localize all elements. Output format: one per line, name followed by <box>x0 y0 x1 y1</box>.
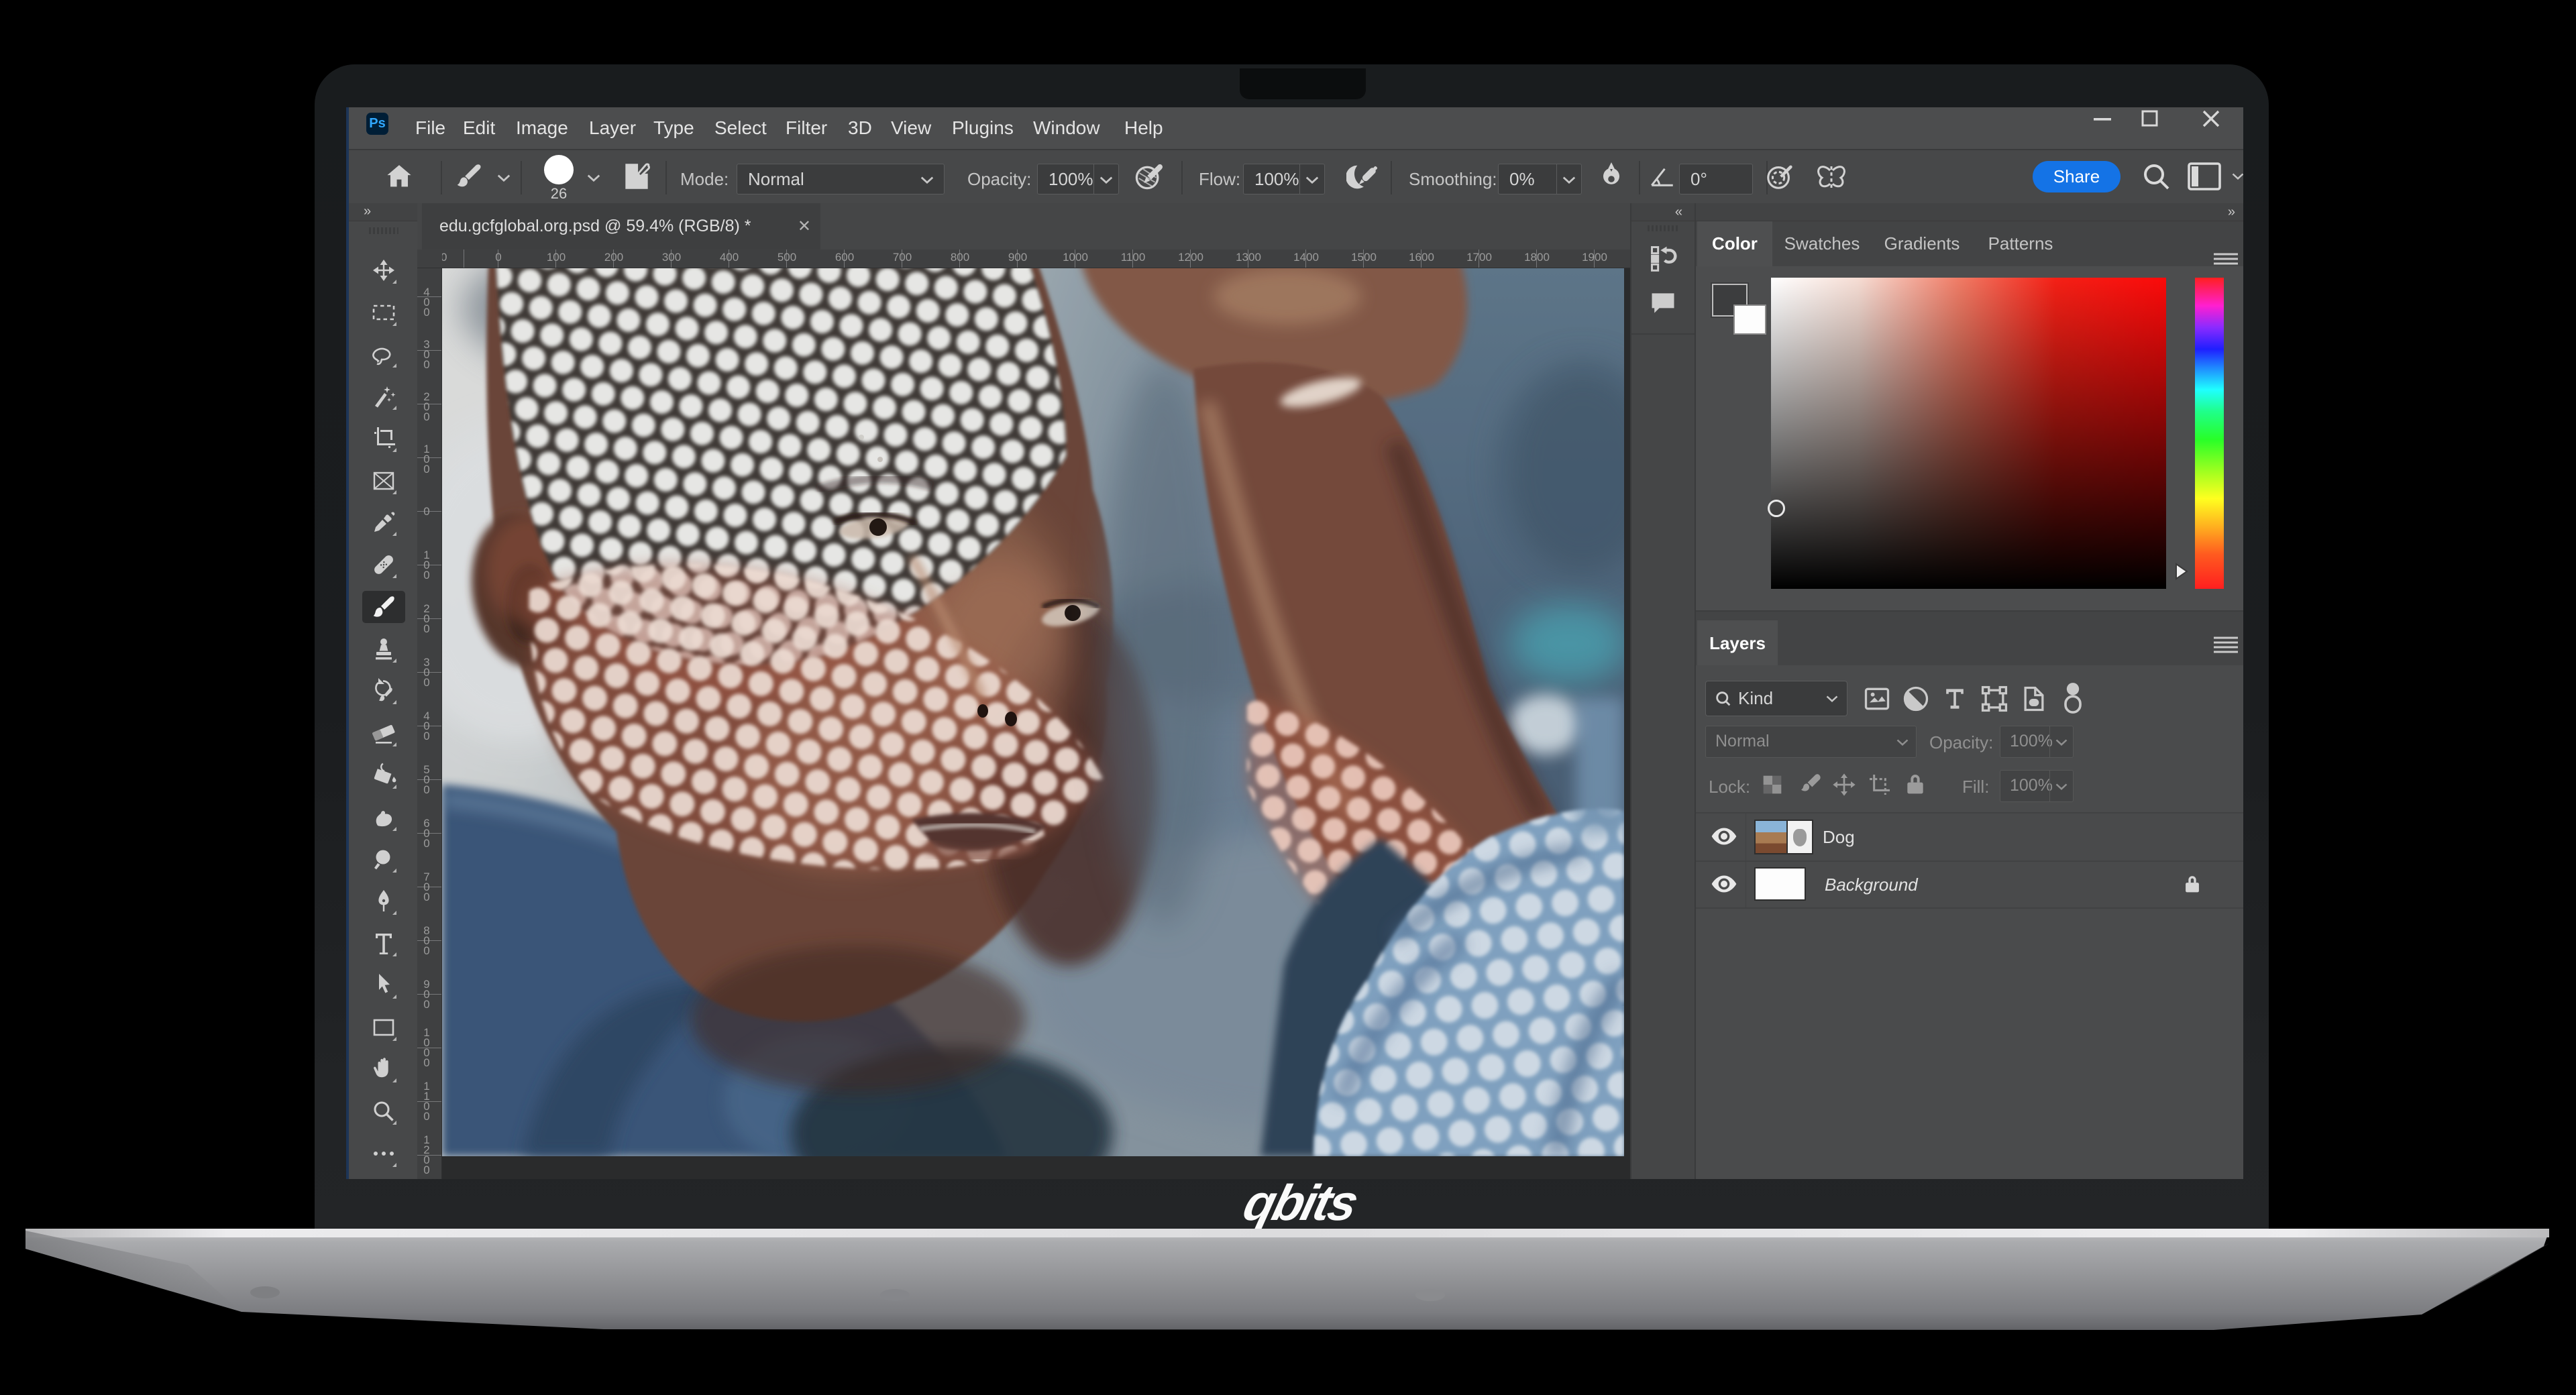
svg-text:qbits: qbits <box>1238 1179 1363 1231</box>
